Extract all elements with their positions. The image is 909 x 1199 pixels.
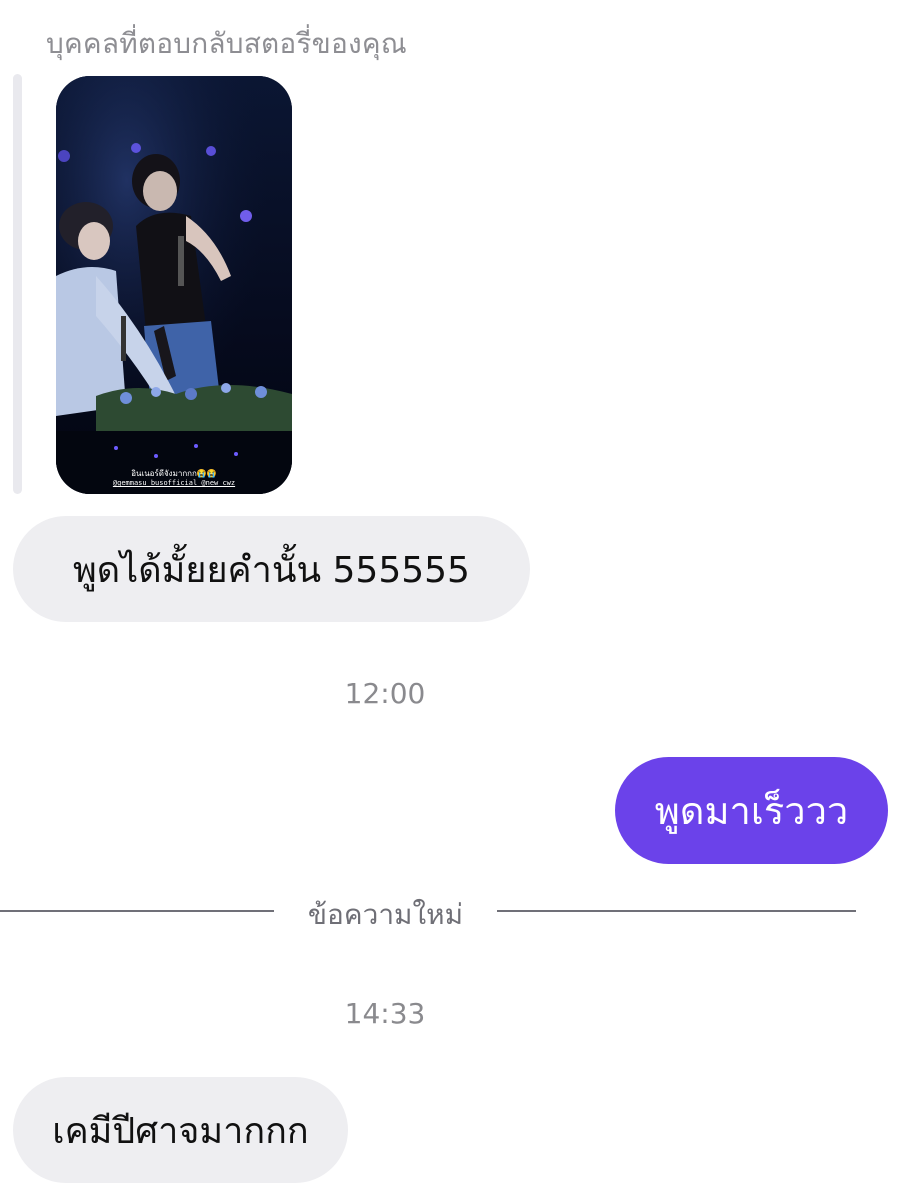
message-timestamp: 14:33	[344, 997, 426, 1030]
message-text: พูดได้มั้ยยคำนั้น 555555	[73, 549, 470, 591]
story-caption: อินเนอร์ดีจังมากกก😭😭	[131, 469, 217, 479]
message-text: เคมีปีศาจมากกก	[52, 1110, 309, 1152]
new-messages-divider-label: ข้อความใหม่	[307, 898, 464, 931]
story-reply-caption: บุคคลที่ตอบกลับสตอรี่ของคุณ	[46, 27, 407, 60]
message-bubble-incoming[interactable]: เคมีปีศาจมากกก	[13, 1077, 348, 1183]
reply-quote-bar	[13, 74, 22, 494]
new-messages-divider-line-left	[0, 910, 274, 912]
story-thumbnail[interactable]: อินเนอร์ดีจังมากกก😭😭 @gemmasu_busofficia…	[56, 76, 292, 494]
story-overlay-text: อินเนอร์ดีจังมากกก😭😭 @gemmasu_busofficia…	[56, 469, 292, 488]
story-photo	[56, 76, 292, 494]
message-bubble-incoming[interactable]: พูดได้มั้ยยคำนั้น 555555	[13, 516, 530, 622]
new-messages-divider-line-right	[497, 910, 856, 912]
message-text: พูดมาเร็ววว	[654, 789, 849, 833]
story-mentions: @gemmasu_busofficial @new_cwz	[112, 479, 236, 488]
chat-thread: บุคคลที่ตอบกลับสตอรี่ของคุณ อินเนอร์ดีจั…	[0, 0, 909, 1199]
message-bubble-outgoing[interactable]: พูดมาเร็ววว	[615, 757, 888, 864]
message-timestamp: 12:00	[344, 677, 426, 710]
